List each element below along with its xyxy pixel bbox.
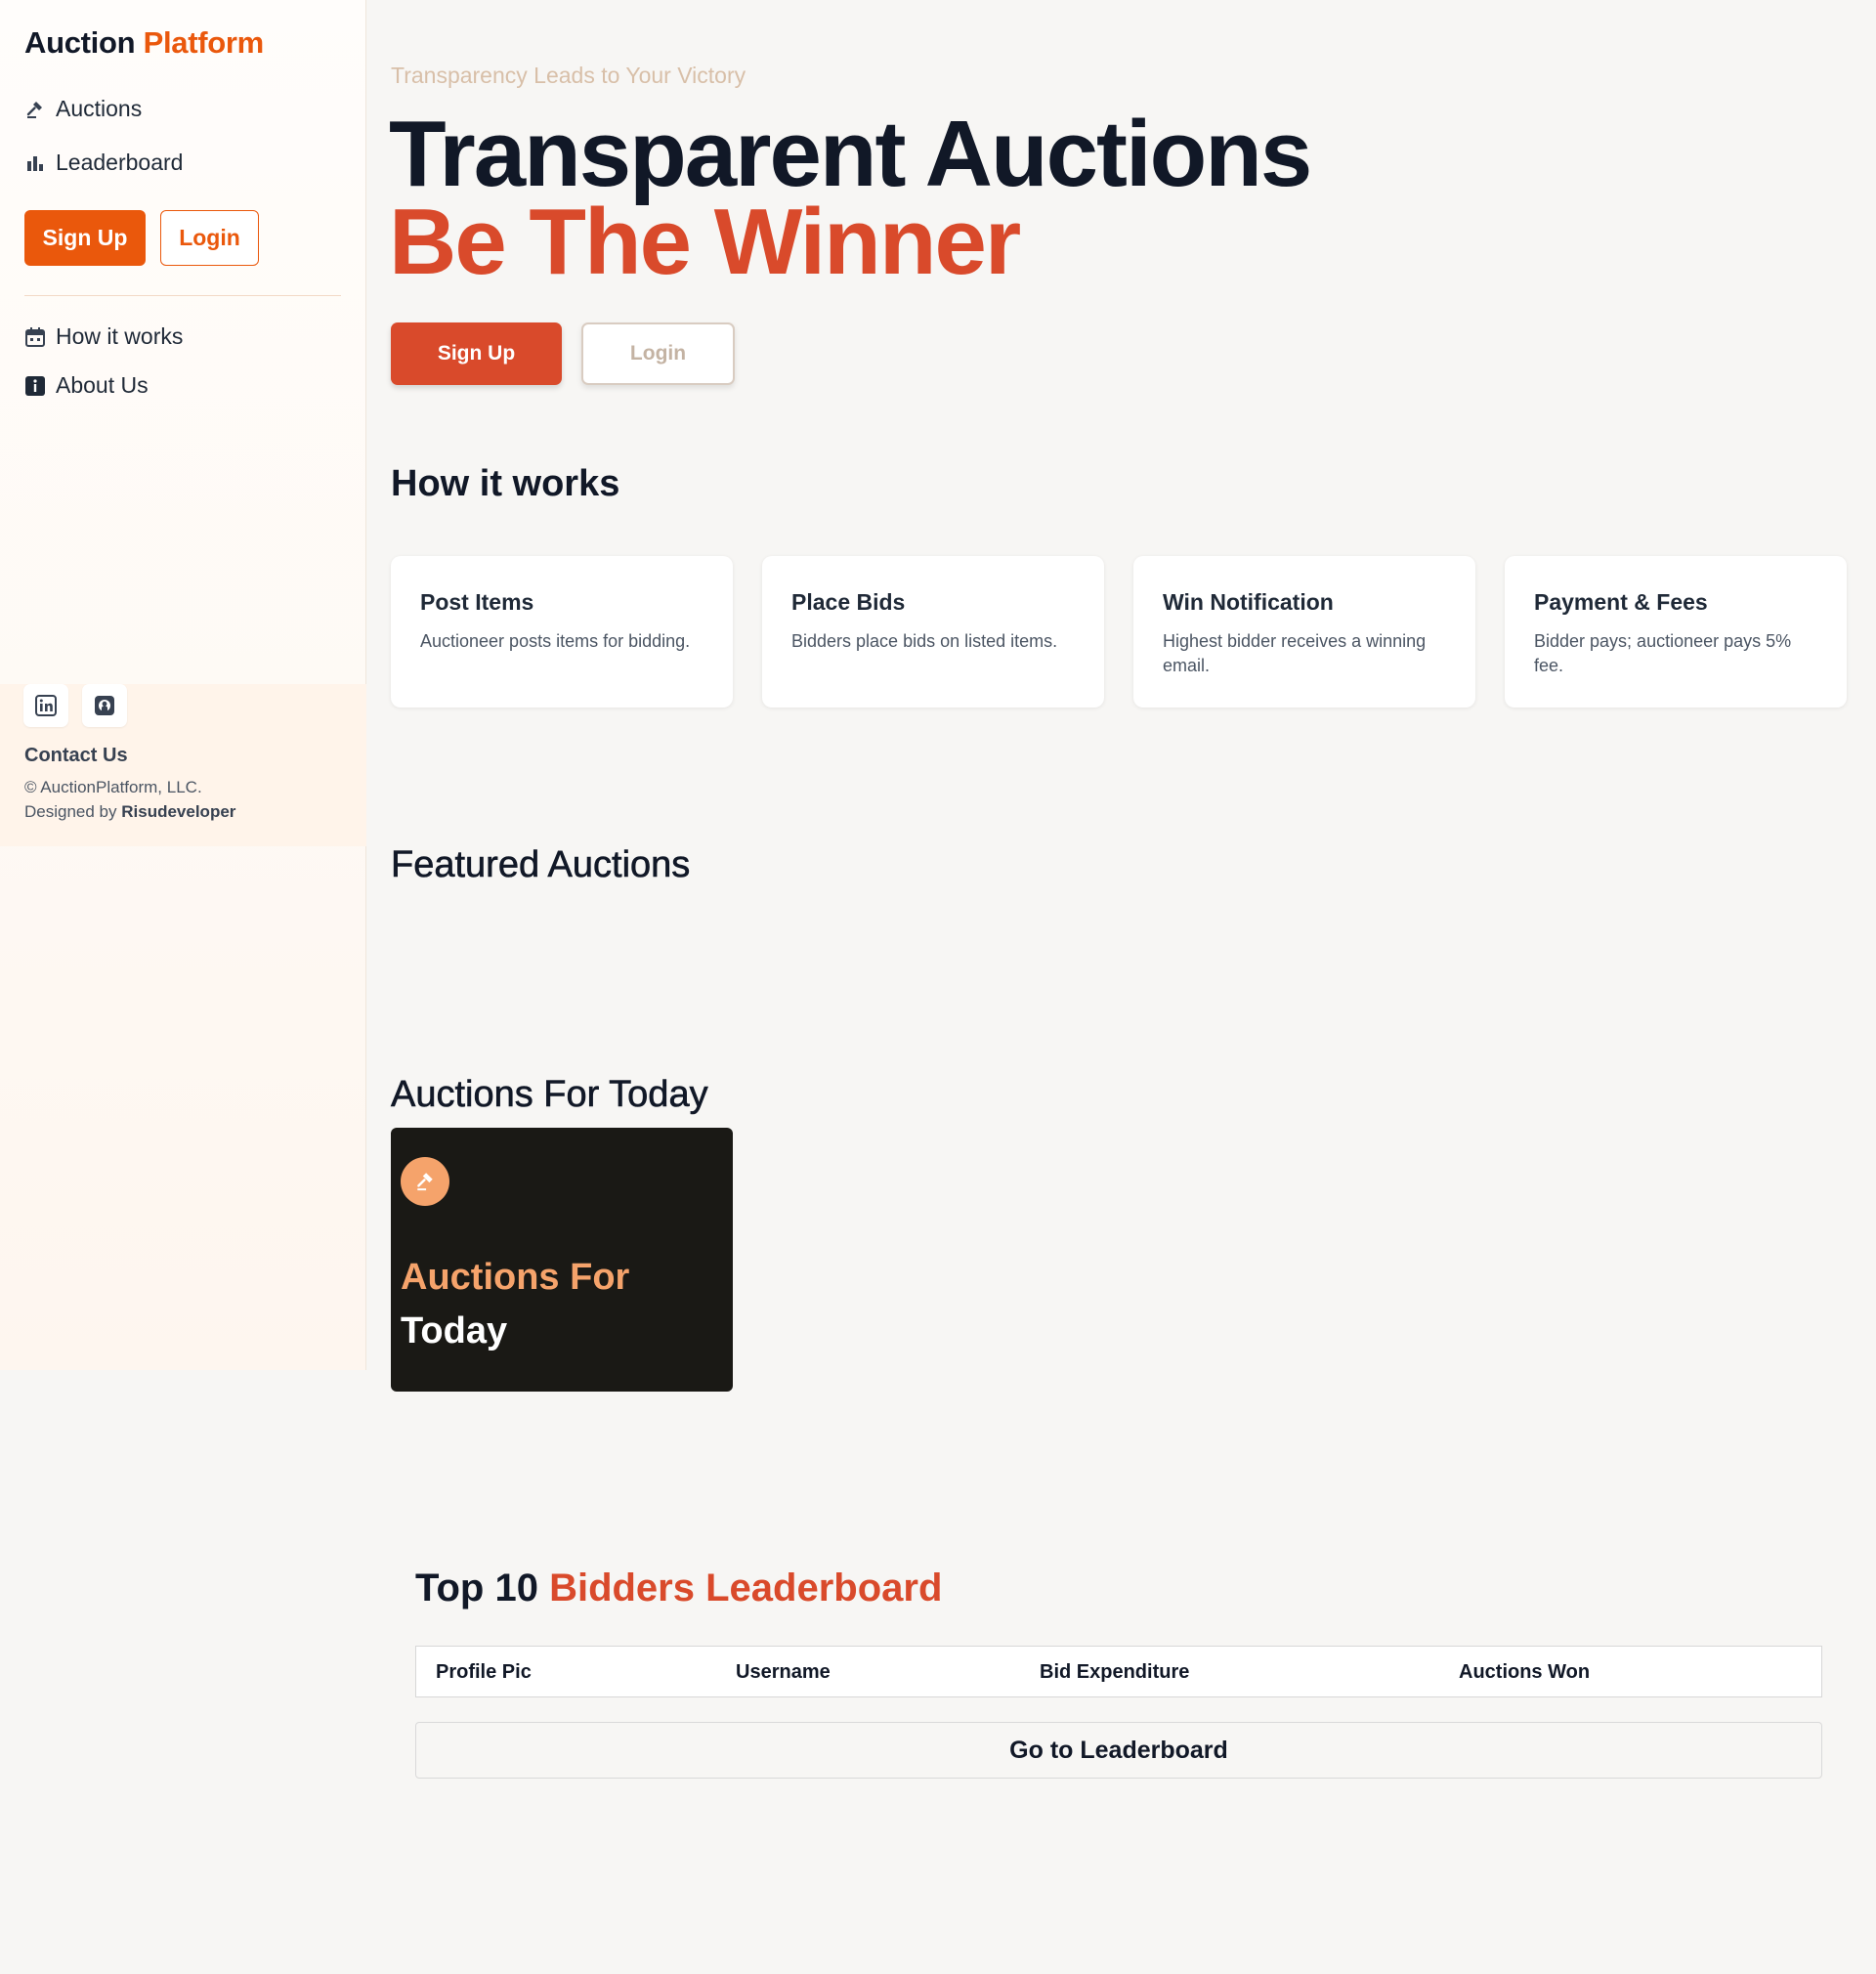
sidebar: Auction Platform Auctions Leaderboard Si…: [0, 0, 366, 1370]
card-title: Payment & Fees: [1534, 589, 1708, 615]
gavel-icon: [401, 1157, 449, 1206]
sidebar-divider: [24, 295, 341, 296]
card-title-line2: Today: [401, 1310, 508, 1352]
designed-by-text: Designed by Risudeveloper: [24, 802, 235, 822]
sidebar-login-button[interactable]: Login: [160, 210, 259, 266]
card-description: Bidder pays; auctioneer pays 5% fee.: [1534, 631, 1792, 676]
card-title: Win Notification: [1163, 589, 1334, 615]
leaderboard-table-header: Profile Pic Username Bid Expenditure Auc…: [415, 1646, 1822, 1697]
card-description: Highest bidder receives a winning email.: [1163, 631, 1427, 676]
step-card-payment-fees: Payment & Fees Bidder pays; auctioneer p…: [1505, 556, 1847, 708]
leaderboard-heading-accent: Bidders Leaderboard: [549, 1566, 943, 1609]
hero-login-button[interactable]: Login: [581, 322, 735, 385]
bar-chart-icon: [24, 152, 46, 174]
column-header-auctions-won: Auctions Won: [1459, 1661, 1591, 1683]
hero-signup-button[interactable]: Sign Up: [391, 322, 562, 385]
featured-auctions-heading: Featured Auctions: [391, 844, 691, 886]
hero-tagline: Transparency Leads to Your Victory: [391, 63, 746, 88]
step-card-place-bids: Place Bids Bidders place bids on listed …: [762, 556, 1104, 708]
hero-title-line2: Be The Winner: [389, 190, 1021, 294]
sidebar-item-label: How it works: [56, 323, 184, 349]
auctions-today-heading: Auctions For Today: [391, 1074, 708, 1116]
sidebar-item-auctions[interactable]: Auctions: [24, 96, 142, 122]
info-icon: [24, 375, 46, 397]
auctions-today-card[interactable]: Auctions For Today: [391, 1128, 733, 1392]
card-title-line1: Auctions For: [401, 1257, 630, 1298]
sidebar-item-label: Auctions: [56, 96, 143, 121]
card-description: Bidders place bids on listed items.: [791, 631, 1058, 651]
step-card-win-notification: Win Notification Highest bidder receives…: [1133, 556, 1475, 708]
how-it-works-heading: How it works: [391, 463, 620, 504]
calendar-icon: [24, 326, 46, 348]
sidebar-item-label: About Us: [56, 372, 149, 398]
gavel-icon: [24, 99, 46, 120]
card-title: Place Bids: [791, 589, 906, 615]
go-to-leaderboard-button[interactable]: Go to Leaderboard: [415, 1722, 1822, 1779]
linkedin-icon[interactable]: [23, 684, 68, 727]
card-title: Post Items: [420, 589, 534, 615]
step-card-post-items: Post Items Auctioneer posts items for bi…: [391, 556, 733, 708]
column-header-bid-expenditure: Bid Expenditure: [1040, 1661, 1190, 1683]
leaderboard-heading-prefix: Top 10: [415, 1566, 538, 1609]
leaderboard-heading: Top 10 Bidders Leaderboard: [415, 1566, 942, 1610]
card-description: Auctioneer posts items for bidding.: [420, 631, 691, 651]
github-icon[interactable]: [82, 684, 127, 727]
brand-accent: Platform: [143, 25, 265, 60]
column-header-profile-pic: Profile Pic: [436, 1661, 532, 1683]
designer-name[interactable]: Risudeveloper: [121, 802, 235, 821]
sidebar-signup-button[interactable]: Sign Up: [24, 210, 146, 266]
column-header-username: Username: [736, 1661, 831, 1683]
contact-us-link[interactable]: Contact Us: [24, 745, 128, 767]
sidebar-item-how-it-works[interactable]: How it works: [24, 323, 183, 350]
brand-primary: Auction: [24, 25, 136, 60]
sidebar-item-leaderboard[interactable]: Leaderboard: [24, 150, 183, 176]
sidebar-item-label: Leaderboard: [56, 150, 184, 175]
sidebar-item-about-us[interactable]: About Us: [24, 372, 149, 399]
designed-by-prefix: Designed by: [24, 802, 117, 821]
brand-logo[interactable]: Auction Platform: [24, 25, 264, 61]
copyright-text: © AuctionPlatform, LLC.: [24, 778, 202, 796]
